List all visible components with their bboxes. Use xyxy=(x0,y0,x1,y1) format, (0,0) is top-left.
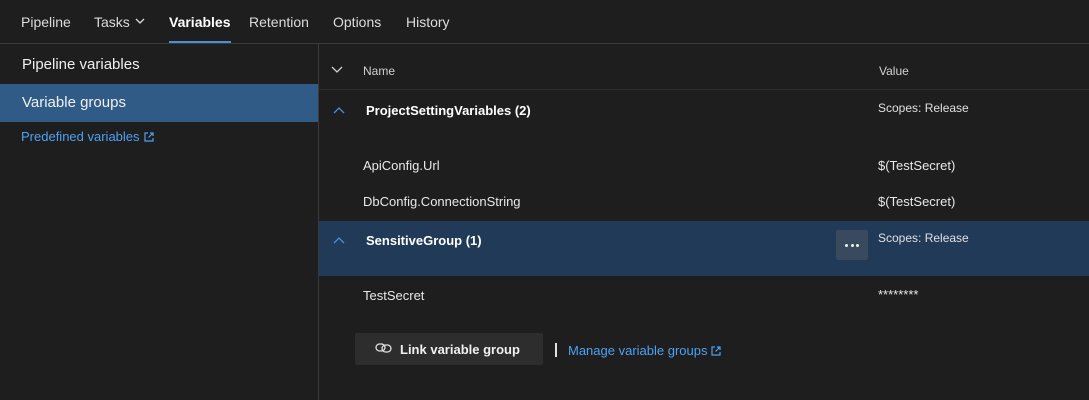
sidebar-item-variable-groups[interactable]: Variable groups xyxy=(0,84,318,122)
variable-value: $(TestSecret) xyxy=(878,158,956,173)
variable-name: TestSecret xyxy=(363,288,425,303)
collapse-all-chevron-icon[interactable] xyxy=(331,66,343,73)
tab-history[interactable]: History xyxy=(406,0,450,43)
more-dot xyxy=(850,244,854,247)
table-row[interactable]: DbConfig.ConnectionString $(TestSecret) xyxy=(319,184,1089,220)
variable-value: $(TestSecret) xyxy=(878,194,956,209)
predefined-variables-label: Predefined variables xyxy=(21,129,140,144)
tab-retention[interactable]: Retention xyxy=(249,0,309,43)
variable-value: ******** xyxy=(878,287,919,302)
tab-options[interactable]: Options xyxy=(333,0,381,43)
group-scope: Scopes: Release xyxy=(878,231,969,245)
column-header-name: Name xyxy=(363,64,396,78)
link-variable-group-button[interactable]: Link variable group xyxy=(355,333,543,365)
tab-variables[interactable]: Variables xyxy=(169,0,231,43)
group-title: ProjectSettingVariables (2) xyxy=(366,103,531,118)
sidebar-item-pipeline-variables[interactable]: Pipeline variables xyxy=(0,46,318,84)
table-row[interactable]: ApiConfig.Url $(TestSecret) xyxy=(319,148,1089,184)
tab-tasks[interactable]: Tasks xyxy=(94,0,145,43)
top-nav: Pipeline Tasks Variables Retention Optio… xyxy=(0,0,1089,44)
variables-sidebar: Pipeline variables Variable groups Prede… xyxy=(0,44,319,400)
column-header-value: Value xyxy=(879,64,909,78)
external-link-icon xyxy=(711,345,722,356)
link-icon xyxy=(375,343,392,353)
tab-tasks-label: Tasks xyxy=(94,14,130,30)
group-header[interactable]: ProjectSettingVariables (2) Scopes: Rele… xyxy=(319,90,1089,134)
more-dot xyxy=(845,244,848,247)
manage-variable-groups-link[interactable]: Manage variable groups xyxy=(568,343,722,358)
manage-variable-groups-label: Manage variable groups xyxy=(568,343,708,358)
chevron-down-icon xyxy=(135,18,145,25)
chevron-up-icon[interactable] xyxy=(333,237,345,244)
variable-groups-table: Name Value ProjectSettingVariables (2) S… xyxy=(319,44,1089,400)
link-variable-group-label: Link variable group xyxy=(400,342,520,357)
variable-name: DbConfig.ConnectionString xyxy=(363,194,521,209)
table-header: Name Value xyxy=(319,44,1089,90)
chevron-up-icon[interactable] xyxy=(333,107,345,114)
group-header-selected[interactable]: SensitiveGroup (1) Scopes: Release xyxy=(319,221,1089,276)
group-scope: Scopes: Release xyxy=(878,101,969,115)
external-link-icon xyxy=(143,131,154,142)
tab-pipeline[interactable]: Pipeline xyxy=(21,0,71,43)
table-row[interactable]: TestSecret ******** xyxy=(319,277,1089,313)
predefined-variables-link[interactable]: Predefined variables xyxy=(21,129,154,144)
more-dot xyxy=(856,244,859,247)
variable-name: ApiConfig.Url xyxy=(363,158,440,173)
group-title: SensitiveGroup (1) xyxy=(366,233,482,248)
divider xyxy=(555,343,557,357)
more-actions-button[interactable] xyxy=(836,230,868,260)
